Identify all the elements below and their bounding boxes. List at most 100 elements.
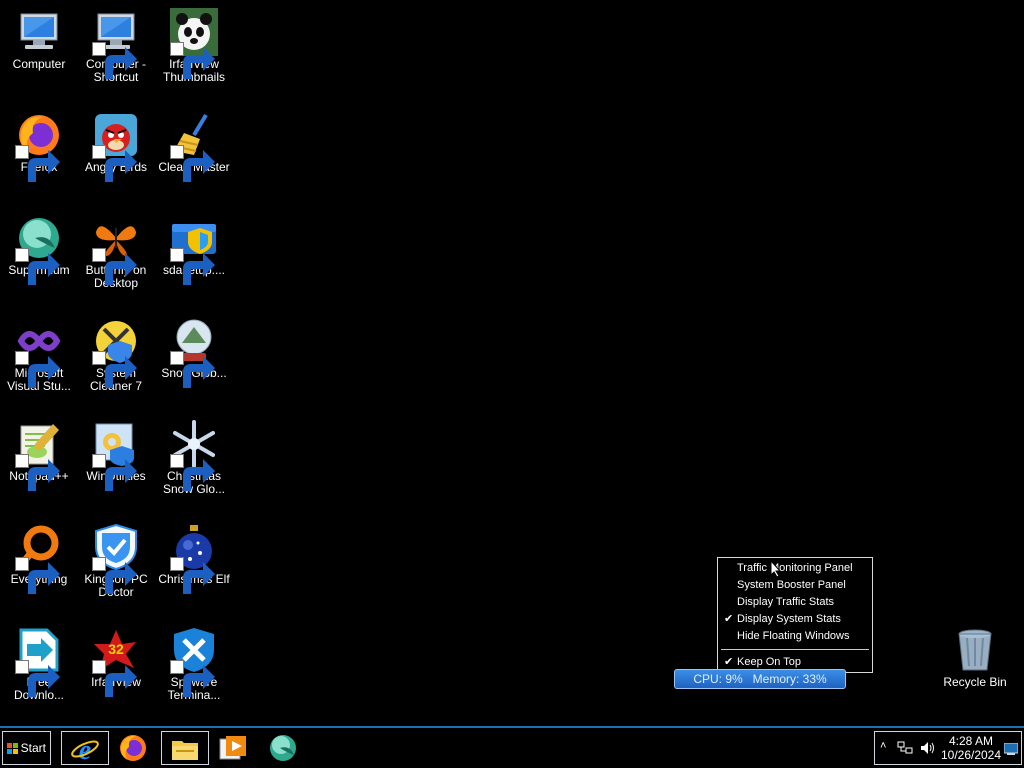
shortcut-arrow-icon [170, 557, 215, 594]
desktop-icon-christmas-snow-globe[interactable]: Christmas Snow Glo... [155, 420, 233, 496]
network-icon[interactable] [897, 741, 913, 755]
firefox-icon [120, 735, 146, 761]
desktop-icon-butterfly-on-desktop[interactable]: Butterfly on Desktop [77, 214, 155, 290]
download-arrow-icon [15, 626, 63, 697]
shortcut-arrow-icon [170, 351, 215, 388]
svg-text:e: e [79, 735, 91, 764]
computer-icon [15, 8, 63, 56]
mouse-cursor-icon [770, 560, 782, 578]
menu-item-label: Traffic Monitoring Panel [737, 562, 853, 574]
shortcut-arrow-icon [15, 557, 60, 594]
taskbar-internet-explorer[interactable]: e [61, 731, 109, 765]
clock-date: 10/26/2024 [940, 748, 1002, 762]
menu-item-label: Display Traffic Stats [737, 596, 834, 608]
taskbar-supermium[interactable] [260, 731, 308, 765]
system-stats-widget[interactable]: CPU: 9% Memory: 33% [674, 669, 846, 689]
system-cleaner-icon [92, 317, 140, 388]
shortcut-arrow-icon [170, 660, 215, 697]
desktop-icon-sdasetup[interactable]: sdasetup.... [155, 214, 233, 285]
menu-item-system-booster-panel[interactable]: System Booster Panel [718, 577, 872, 594]
desktop-icon-kingsoft-pc-doctor[interactable]: Kingsoft PC Doctor [77, 523, 155, 599]
desktop-icon-irfanview[interactable]: 32 IrfanView [77, 626, 155, 697]
taskbar-file-explorer[interactable] [161, 731, 209, 765]
menu-item-label: Hide Floating Windows [737, 630, 850, 642]
start-label: Start [20, 741, 46, 755]
installer-icon [170, 214, 218, 285]
desktop-icon-system-cleaner-7[interactable]: System Cleaner 7 [77, 317, 155, 393]
taskbar-media-player[interactable] [210, 731, 258, 765]
shortcut-arrow-icon [92, 660, 137, 697]
desktop-icon-recycle-bin[interactable]: Recycle Bin [936, 626, 1014, 689]
desktop-icon-snowglobe[interactable]: SnowGlob... [155, 317, 233, 388]
desktop-icon-christmas-elf[interactable]: Christmas Elf [155, 523, 233, 594]
menu-item-display-system-stats[interactable]: ✔ Display System Stats [718, 611, 872, 628]
desktop-icon-computer[interactable]: Computer [0, 8, 78, 71]
taskbar-firefox[interactable] [110, 731, 158, 765]
shortcut-arrow-icon [170, 454, 215, 491]
snow-globe-icon [170, 317, 218, 388]
snowflake-icon [170, 420, 218, 491]
shortcut-arrow-icon [92, 557, 137, 594]
svg-text:32: 32 [108, 641, 124, 657]
desktop-icon-computer-shortcut[interactable]: Computer - Shortcut [77, 8, 155, 84]
recycle-bin-icon [951, 626, 999, 674]
shortcut-arrow-icon [170, 42, 215, 79]
menu-item-traffic-monitoring-panel[interactable]: Traffic Monitoring Panel [718, 560, 872, 577]
butterfly-icon [92, 214, 140, 285]
menu-item-label: Display System Stats [737, 613, 841, 625]
shortcut-arrow-icon [92, 248, 137, 285]
desktop-icon-everything[interactable]: Everything [0, 523, 78, 594]
angry-bird-icon [92, 111, 140, 182]
desktop-icon-visual-studio[interactable]: Microsoft Visual Stu... [0, 317, 78, 393]
shortcut-arrow-icon [92, 145, 137, 182]
shortcut-arrow-icon [170, 248, 215, 285]
broom-icon [170, 111, 218, 182]
desktop-icon-spyware-terminator[interactable]: Spyware Termina... [155, 626, 233, 702]
spyware-shield-icon [170, 626, 218, 697]
computer-icon [92, 8, 140, 79]
shortcut-arrow-icon [15, 660, 60, 697]
desktop-icon-notepad-plus-plus[interactable]: Notepad++ [0, 420, 78, 491]
desktop-icon-firefox[interactable]: Firefox [0, 111, 78, 182]
menu-separator [721, 649, 869, 650]
checkmark-icon: ✔ [724, 613, 734, 625]
context-menu: Traffic Monitoring Panel System Booster … [717, 557, 873, 673]
winutilities-icon [92, 420, 140, 491]
firefox-icon [15, 111, 63, 182]
desktop-icon-label: Recycle Bin [943, 675, 1007, 689]
clock[interactable]: 4:28 AM 10/26/2024 [937, 734, 1005, 762]
menu-item-label: System Booster Panel [737, 579, 846, 591]
show-desktop-icon[interactable] [1004, 743, 1018, 755]
menu-item-label: Keep On Top [737, 656, 802, 668]
desktop-icon-winutilities[interactable]: WinUtilities [77, 420, 155, 491]
christmas-ornament-icon [170, 523, 218, 594]
windows-logo-icon [7, 743, 18, 754]
shortcut-arrow-icon [92, 454, 137, 491]
shortcut-arrow-icon [15, 454, 60, 491]
desktop-icon-clean-master[interactable]: Clean Master [155, 111, 233, 182]
shortcut-arrow-icon [92, 351, 137, 388]
notepad-plus-icon [15, 420, 63, 491]
visual-studio-icon [15, 317, 63, 388]
shortcut-arrow-icon [15, 351, 60, 388]
desktop-icon-supermium[interactable]: Supermium [0, 214, 78, 285]
menu-item-hide-floating-windows[interactable]: Hide Floating Windows [718, 628, 872, 645]
show-hidden-icons-chevron-icon[interactable]: ˄ [880, 740, 886, 752]
desktop: Computer Computer - Shortcut IrfanView T… [0, 0, 1024, 726]
volume-icon[interactable] [920, 741, 936, 755]
shortcut-arrow-icon [170, 145, 215, 182]
shortcut-arrow-icon [15, 248, 60, 285]
shortcut-arrow-icon [92, 42, 137, 79]
start-button[interactable]: Start [2, 731, 51, 765]
supermium-icon [15, 214, 63, 285]
menu-item-display-traffic-stats[interactable]: Display Traffic Stats [718, 594, 872, 611]
clock-time: 4:28 AM [948, 734, 994, 748]
panda-icon [170, 8, 218, 79]
desktop-icon-irfanview-thumbnails[interactable]: IrfanView Thumbnails [155, 8, 233, 84]
desktop-icon-angry-birds[interactable]: Angry Birds [77, 111, 155, 182]
desktop-icon-label: Computer [12, 57, 66, 71]
everything-icon [15, 523, 63, 594]
desktop-icon-free-download-manager[interactable]: Free Downlo... [0, 626, 78, 702]
internet-explorer-icon: e [71, 735, 99, 764]
shortcut-arrow-icon [15, 145, 60, 182]
